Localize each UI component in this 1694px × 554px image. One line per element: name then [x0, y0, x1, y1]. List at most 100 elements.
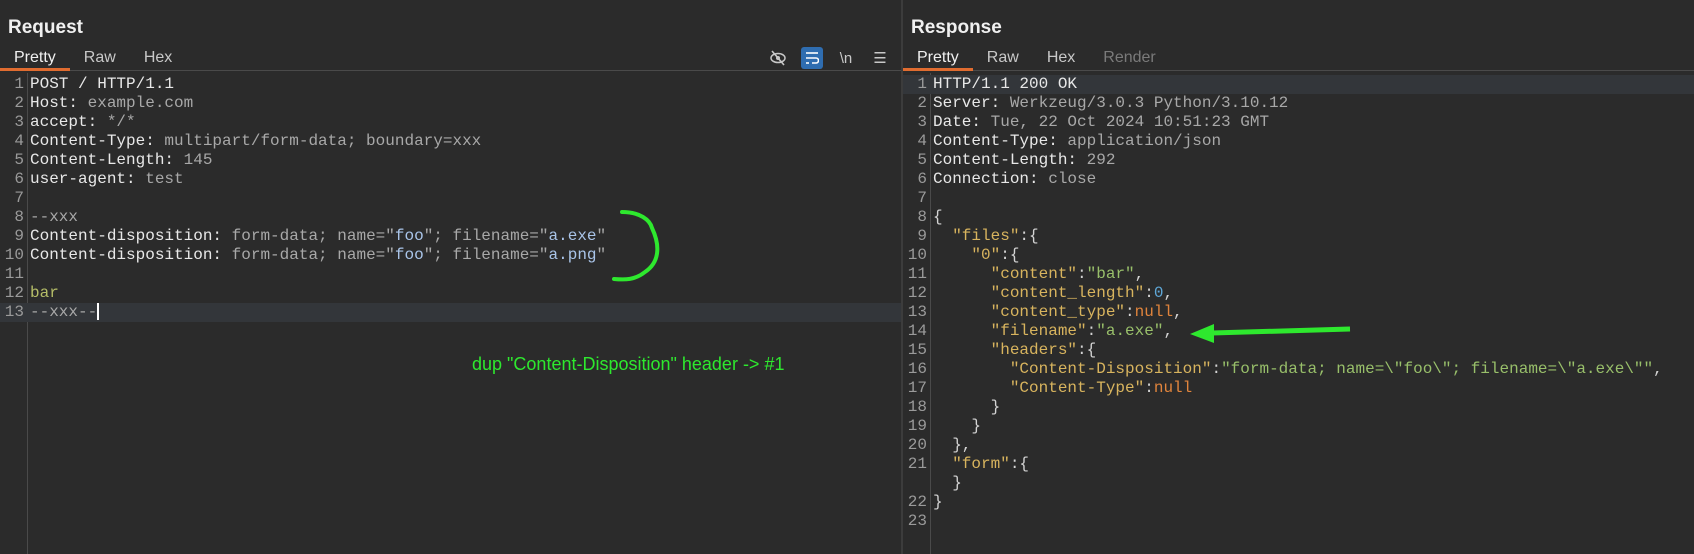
code-text: bar: [30, 284, 59, 303]
tab-raw[interactable]: Raw: [973, 46, 1033, 70]
line-number: 20: [907, 436, 927, 454]
line-number: 22: [907, 493, 927, 511]
code-line: 2 Host: example.com: [0, 94, 901, 113]
line-number: 2: [14, 94, 24, 112]
token-v: */*: [106, 113, 136, 131]
token-h: Date:: [933, 113, 991, 131]
token-k: "files": [952, 227, 1020, 245]
code-line: 1 HTTP/1.1 200 OK: [903, 75, 1694, 94]
request-editor[interactable]: 1 POST / HTTP/1.1 2 Host: example.com 3 accep…: [0, 73, 901, 554]
code-line: 18 }: [903, 398, 1694, 417]
code-line: 4 Content-Type: multipart/form-data; boun…: [0, 132, 901, 151]
code-line: 17 "Content-Type":null: [903, 379, 1694, 398]
token-v: test: [145, 170, 184, 188]
code-text: "files":{: [933, 227, 1038, 246]
response-viewer[interactable]: 1 HTTP/1.1 200 OK 2 Server: Werkzeug/3.0.3 …: [903, 73, 1694, 554]
code-text: "content_type":null,: [933, 303, 1183, 322]
token-h: Content-disposition:: [30, 246, 232, 264]
code-line: 8 --xxx: [0, 208, 901, 227]
code-text: "Content-Disposition":"form-data; name=\…: [933, 360, 1663, 379]
code-line: 12 "content_length":0,: [903, 284, 1694, 303]
code-text: Host: example.com: [30, 94, 193, 113]
token-v: "; filename=": [423, 227, 549, 245]
code-line: }: [903, 474, 1694, 493]
newline-toggle[interactable]: \n: [835, 47, 857, 69]
token-q: foo: [394, 227, 424, 245]
line-number: 19: [907, 417, 927, 435]
line-number: 4: [14, 132, 24, 150]
line-number: 7: [14, 189, 24, 207]
token-k: "content_type": [990, 303, 1126, 321]
response-title: Response: [911, 17, 1002, 38]
line-number: 12: [4, 284, 24, 302]
code-text: Content-disposition: form-data; name="fo…: [30, 227, 606, 246]
response-tabs: Pretty Raw Hex Render: [903, 46, 1694, 71]
code-line: 10 Content-disposition: form-data; name="…: [0, 246, 901, 265]
token-h: accept:: [30, 113, 107, 131]
token-p: ,: [1134, 265, 1145, 283]
line-number: 15: [907, 341, 927, 359]
token-p: :{: [1000, 246, 1020, 264]
token-v: Werkzeug/3.0.3 Python/3.10.12: [1009, 94, 1289, 112]
tab-hex[interactable]: Hex: [130, 46, 186, 70]
text-cursor: [97, 303, 100, 321]
token-p: ,: [1163, 284, 1174, 302]
menu-icon[interactable]: ☰: [869, 47, 891, 69]
line-number: 17: [907, 379, 927, 397]
code-text: Connection: close: [933, 170, 1096, 189]
code-line: 23: [903, 512, 1694, 531]
token-h: Content-Length:: [30, 151, 184, 169]
code-line: 5 Content-Length: 145: [0, 151, 901, 170]
code-text: --xxx--: [30, 303, 100, 322]
token-h: POST / HTTP/1.1: [30, 75, 175, 93]
code-text: Content-Type: multipart/form-data; bound…: [30, 132, 481, 151]
code-text: {: [933, 208, 943, 227]
token-k: "Content-Type": [1009, 379, 1145, 397]
token-h: Connection:: [933, 170, 1049, 188]
token-k: "filename": [990, 322, 1087, 340]
code-line: 8{: [903, 208, 1694, 227]
token-p: }: [933, 398, 1001, 416]
request-panel: Request Pretty Raw Hex \n ☰ 1 POST / HTTP…: [0, 0, 901, 554]
code-line: 20 },: [903, 436, 1694, 455]
line-number: 18: [907, 398, 927, 416]
token-p: :{: [1077, 341, 1097, 359]
token-h: user-agent:: [30, 170, 146, 188]
code-text: }: [933, 398, 1001, 417]
token-n: null: [1153, 379, 1193, 397]
token-s: "a.exe": [1096, 322, 1164, 340]
token-h: Server:: [933, 94, 1010, 112]
hide-nonprintable-eye-slash-icon[interactable]: [767, 47, 789, 69]
line-number: 5: [14, 151, 24, 169]
code-line: 14 "filename":"a.exe",: [903, 322, 1694, 341]
code-line: 12 bar: [0, 284, 901, 303]
token-v: ": [596, 246, 607, 264]
token-p: }: [933, 474, 962, 492]
tab-pretty[interactable]: Pretty: [0, 46, 70, 71]
code-text: "form":{: [933, 455, 1029, 474]
word-wrap-icon[interactable]: [801, 47, 823, 69]
code-line: 22}: [903, 493, 1694, 512]
token-h: Content-disposition:: [30, 227, 232, 245]
token-v: close: [1048, 170, 1097, 188]
token-v: --xxx: [30, 208, 79, 226]
token-k: "Content-Disposition": [1009, 360, 1212, 378]
line-number: 23: [907, 512, 927, 530]
tab-pretty[interactable]: Pretty: [903, 46, 973, 71]
code-text: "headers":{: [933, 341, 1097, 360]
token-s: "form-data; name=\"foo\"; filename=\"a.e…: [1221, 360, 1654, 378]
line-number: 14: [907, 322, 927, 340]
tab-raw[interactable]: Raw: [70, 46, 130, 70]
code-text: Content-Type: application/json: [933, 132, 1221, 151]
code-line: 21 "form":{: [903, 455, 1694, 474]
code-text: Content-disposition: form-data; name="fo…: [30, 246, 606, 265]
code-text: accept: */*: [30, 113, 136, 132]
token-q: a.exe: [548, 227, 597, 245]
token-h: Host:: [30, 94, 88, 112]
token-p: },: [933, 436, 972, 454]
token-p: :: [1125, 303, 1135, 321]
code-text: POST / HTTP/1.1: [30, 75, 174, 94]
tab-hex[interactable]: Hex: [1033, 46, 1089, 70]
code-text: },: [933, 436, 971, 455]
code-text: HTTP/1.1 200 OK: [933, 75, 1077, 94]
